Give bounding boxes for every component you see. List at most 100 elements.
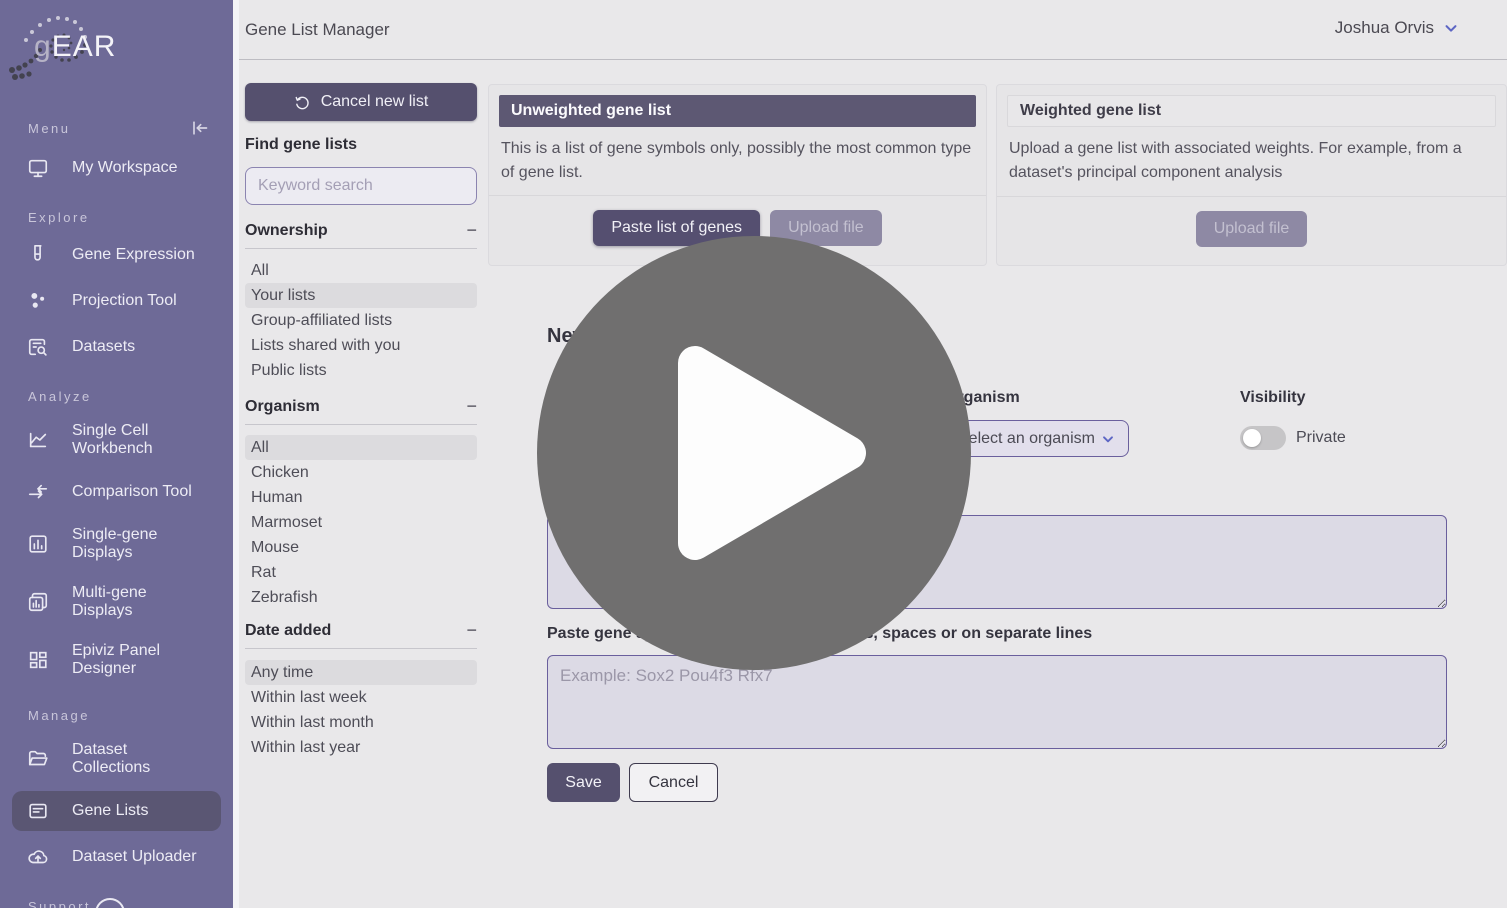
test-tube-icon	[26, 243, 50, 267]
sidebar-item-label: Single-gene Displays	[72, 526, 209, 562]
logo-suffix: EAR	[52, 30, 117, 63]
date-added-options: Any time Within last week Within last mo…	[245, 660, 477, 760]
stacked-charts-icon	[26, 590, 50, 614]
visibility-value: Private	[1296, 429, 1346, 447]
scatter-dots-icon	[26, 289, 50, 313]
compare-arrows-icon	[26, 480, 50, 504]
sidebar-item-projection-tool[interactable]: Projection Tool	[12, 281, 221, 321]
sidebar: gEAR Menu My Workspace Explore Gene Expr…	[0, 0, 233, 908]
sidebar-item-label: Single Cell Workbench	[72, 422, 209, 458]
filter-heading-label: Organism	[245, 398, 320, 416]
chevron-down-icon	[1442, 19, 1460, 37]
sidebar-item-label: Dataset Uploader	[72, 848, 197, 866]
filter-option-your-lists[interactable]: Your lists	[245, 283, 477, 308]
user-name: Joshua Orvis	[1335, 18, 1434, 38]
weighted-card-title: Weighted gene list	[1007, 95, 1496, 127]
sidebar-section-manage: Manage	[0, 708, 233, 723]
top-header: Gene List Manager Joshua Orvis	[239, 0, 1507, 60]
save-button[interactable]: Save	[547, 763, 620, 802]
bar-chart-icon	[26, 532, 50, 556]
logo-g: g	[34, 30, 52, 63]
dataset-search-icon	[26, 335, 50, 359]
filter-option-any-time[interactable]: Any time	[245, 660, 477, 685]
user-menu[interactable]: Joshua Orvis	[1335, 18, 1460, 38]
divider	[245, 248, 477, 249]
sidebar-item-gene-lists[interactable]: Gene Lists	[12, 791, 221, 831]
filter-option-human[interactable]: Human	[245, 485, 477, 510]
sidebar-item-label: Comparison Tool	[72, 483, 192, 501]
visibility-toggle[interactable]	[1240, 426, 1286, 450]
collapse-group-button[interactable]: −	[466, 620, 477, 641]
organism-options: All Chicken Human Marmoset Mouse Rat Zeb…	[245, 435, 477, 610]
filter-option-last-year[interactable]: Within last year	[245, 735, 477, 760]
gear-logo: gEAR	[8, 4, 233, 96]
line-chart-icon	[26, 428, 50, 452]
filter-option-group-affiliated[interactable]: Group-affiliated lists	[245, 308, 477, 333]
filter-option-shared-with-you[interactable]: Lists shared with you	[245, 333, 477, 358]
filter-option-last-week[interactable]: Within last week	[245, 685, 477, 710]
sidebar-item-multi-gene-displays[interactable]: Multi-gene Displays	[12, 576, 221, 628]
sidebar-section-label: Support	[28, 899, 91, 908]
cancel-new-list-button[interactable]: Cancel new list	[245, 83, 477, 121]
list-card-icon	[26, 799, 50, 823]
sidebar-item-label: Multi-gene Displays	[72, 584, 209, 620]
folder-icon	[26, 747, 50, 771]
sidebar-scroll-gutter[interactable]	[233, 0, 239, 908]
sidebar-section-label: Analyze	[28, 389, 92, 404]
filter-option-organism-all[interactable]: All	[245, 435, 477, 460]
page-title: Gene List Manager	[245, 20, 390, 40]
find-gene-lists-title: Find gene lists	[245, 136, 357, 154]
search-input[interactable]	[245, 167, 477, 205]
ownership-options: All Your lists Group-affiliated lists Li…	[245, 258, 477, 383]
filter-option-mouse[interactable]: Mouse	[245, 535, 477, 560]
weighted-card-actions: Upload file	[997, 196, 1506, 247]
sidebar-item-dataset-collections[interactable]: Dataset Collections	[12, 733, 221, 785]
grid-panels-icon	[26, 648, 50, 672]
filter-option-rat[interactable]: Rat	[245, 560, 477, 585]
filter-option-chicken[interactable]: Chicken	[245, 460, 477, 485]
sidebar-item-gene-expression[interactable]: Gene Expression	[12, 235, 221, 275]
unweighted-card-title: Unweighted gene list	[499, 95, 976, 127]
weighted-gene-list-card: Weighted gene list Upload a gene list wi…	[996, 84, 1507, 266]
sidebar-item-comparison-tool[interactable]: Comparison Tool	[12, 472, 221, 512]
chevron-down-icon	[1100, 431, 1116, 447]
logo-wordmark: gEAR	[34, 30, 116, 64]
sidebar-item-single-cell-workbench[interactable]: Single Cell Workbench	[12, 414, 221, 466]
sidebar-item-label: Gene Expression	[72, 246, 195, 264]
filter-option-all[interactable]: All	[245, 258, 477, 283]
filter-option-marmoset[interactable]: Marmoset	[245, 510, 477, 535]
collapse-group-button[interactable]: −	[466, 220, 477, 241]
sidebar-item-label: Epiviz Panel Designer	[72, 642, 209, 678]
filter-group-date-heading: Date added −	[245, 620, 477, 641]
unweighted-card-description: This is a list of gene symbols only, pos…	[501, 137, 974, 185]
sidebar-item-label: My Workspace	[72, 159, 178, 177]
sidebar-item-label: Projection Tool	[72, 292, 177, 310]
cancel-new-list-label: Cancel new list	[321, 93, 429, 111]
sidebar-item-label: Dataset Collections	[72, 741, 209, 777]
weighted-upload-file-button[interactable]: Upload file	[1196, 211, 1308, 247]
filter-option-zebrafish[interactable]: Zebrafish	[245, 585, 477, 610]
cloud-upload-icon	[26, 845, 50, 869]
sidebar-item-datasets[interactable]: Datasets	[12, 327, 221, 367]
sidebar-item-label: Gene Lists	[72, 802, 148, 820]
weighted-card-description: Upload a gene list with associated weigh…	[1009, 137, 1494, 185]
sidebar-item-epiviz-panel-designer[interactable]: Epiviz Panel Designer	[12, 634, 221, 686]
collapse-left-icon[interactable]	[189, 118, 209, 138]
collapse-group-button[interactable]: −	[466, 396, 477, 417]
filter-heading-label: Ownership	[245, 222, 328, 240]
video-play-overlay[interactable]	[537, 236, 971, 670]
filter-option-last-month[interactable]: Within last month	[245, 710, 477, 735]
sidebar-section-menu: Menu	[0, 118, 233, 138]
cancel-button[interactable]: Cancel	[629, 763, 718, 802]
divider	[245, 424, 477, 425]
filter-option-public-lists[interactable]: Public lists	[245, 358, 477, 383]
sidebar-section-explore: Explore	[0, 210, 233, 225]
sidebar-section-label: Manage	[28, 708, 90, 723]
sidebar-item-my-workspace[interactable]: My Workspace	[12, 148, 221, 188]
sidebar-item-dataset-uploader[interactable]: Dataset Uploader	[12, 837, 221, 877]
sidebar-section-analyze: Analyze	[0, 389, 233, 404]
sidebar-item-single-gene-displays[interactable]: Single-gene Displays	[12, 518, 221, 570]
undo-icon	[294, 94, 311, 111]
organism-select[interactable]: Select an organism	[945, 420, 1129, 457]
toggle-knob	[1243, 429, 1261, 447]
